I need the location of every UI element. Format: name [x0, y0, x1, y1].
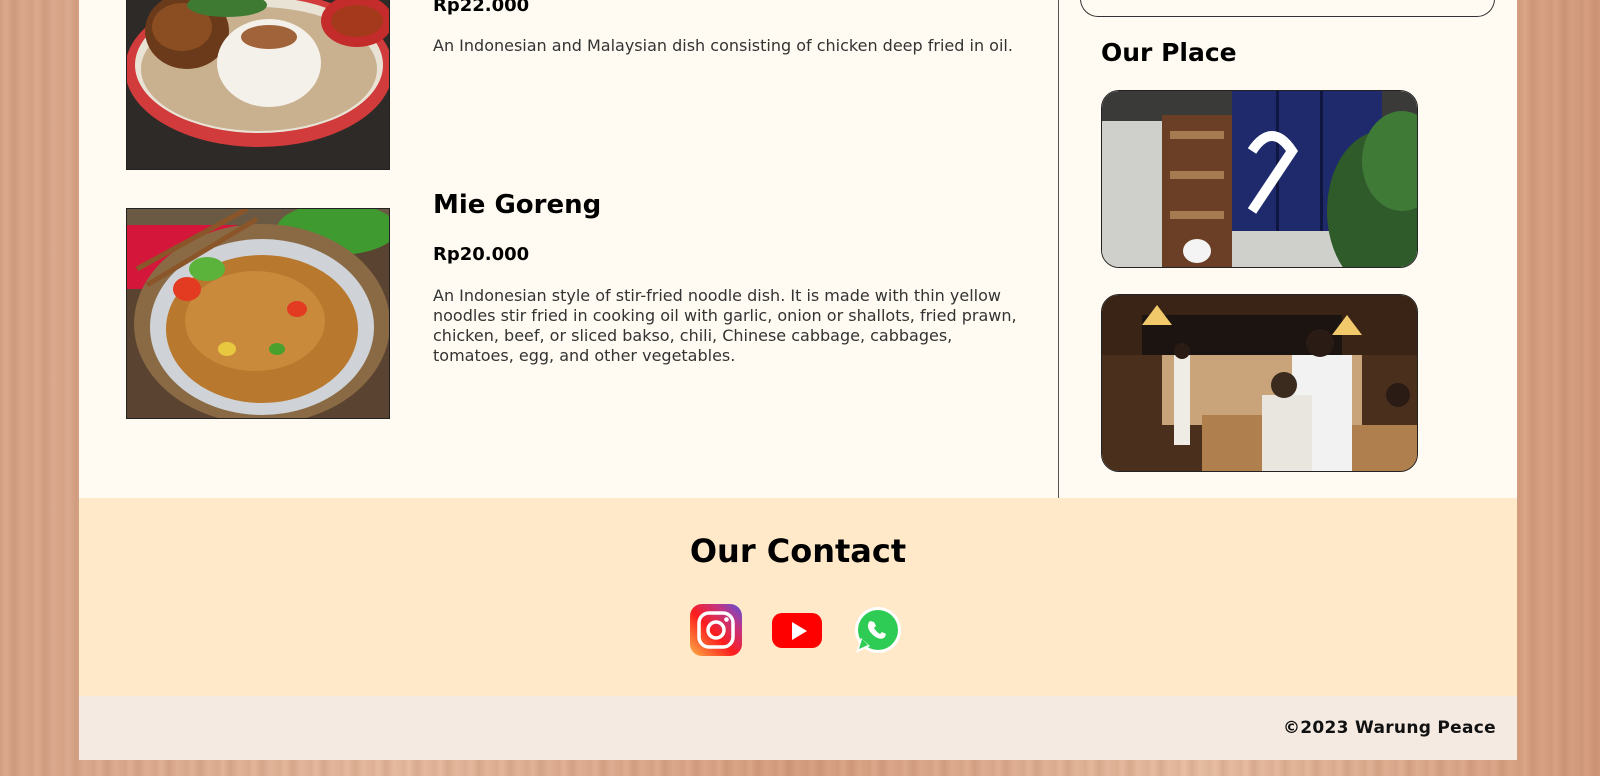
page-container: Rp22.000 An Indonesian and Malaysian dis…: [79, 0, 1517, 760]
contact-title: Our Contact: [689, 532, 907, 570]
item-description: An Indonesian and Malaysian dish consist…: [433, 36, 1013, 55]
youtube-icon[interactable]: [771, 604, 823, 656]
item-description: An Indonesian style of stir-fried noodle…: [433, 286, 1017, 365]
mie-goreng-image: [126, 208, 390, 419]
restaurant-interior-image: [1101, 294, 1418, 472]
item-price: Rp22.000: [433, 0, 530, 16]
item-price: Rp20.000: [433, 244, 530, 265]
restaurant-exterior-image: [1101, 90, 1418, 268]
ayam-goreng-image: [126, 0, 390, 170]
column-divider: [1058, 0, 1059, 498]
footer: ©2023 Warung Peace: [79, 696, 1517, 760]
contact-section: Our Contact: [79, 498, 1517, 696]
instagram-icon[interactable]: [690, 604, 742, 656]
whatsapp-icon[interactable]: [852, 604, 904, 656]
sidebar-box: [1080, 0, 1495, 17]
item-name: Mie Goreng: [433, 190, 602, 220]
copyright-text: ©2023 Warung Peace: [1283, 718, 1496, 738]
our-place-title: Our Place: [1101, 38, 1237, 67]
